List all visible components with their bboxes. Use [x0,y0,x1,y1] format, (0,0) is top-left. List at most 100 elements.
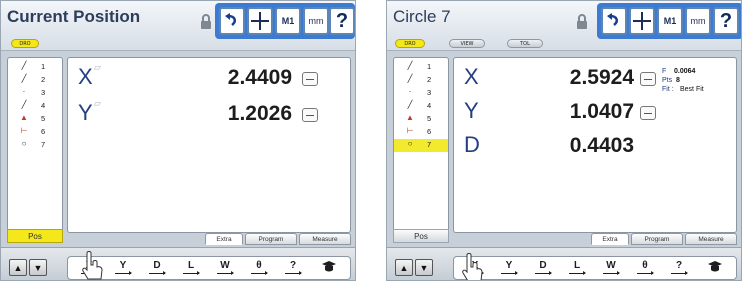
tab-program[interactable]: Program [631,233,683,245]
feature-item[interactable]: ╱ 2 [8,74,62,87]
axis-value-x: 2.5924 [569,66,634,89]
feature-item[interactable]: ▲ 5 [394,113,448,126]
page-title: Circle 7 [393,7,451,26]
dro-panel: X ▱ 2.4409 Y ▱ 1.2026 [67,57,351,233]
undo-button[interactable] [219,7,245,35]
mm-units-button[interactable]: mm [685,7,711,35]
measure-query-button[interactable]: ? [282,259,304,279]
pts-value: 8 [676,77,680,84]
dro-panel: X 2.5924 Y 1.0407 D 0.4403 F 0.0064 Pts … [453,57,737,233]
scroll-down-button[interactable]: ▼ [415,259,433,276]
datum-button[interactable] [302,72,318,86]
axis-label-x: X [464,64,479,89]
axis-value-y: 1.2026 [227,102,292,125]
measure-y-button[interactable]: Y [498,259,520,279]
m1-button[interactable]: M1 [657,7,683,35]
undo-button[interactable] [601,7,627,35]
measure-l-button[interactable]: L [180,259,202,279]
measure-y-button[interactable]: Y [112,259,134,279]
dro-tab[interactable]: DRO [395,39,425,48]
teach-button[interactable] [704,259,726,279]
m1-button[interactable]: M1 [275,7,301,35]
lock-icon[interactable] [575,14,589,30]
axis-marker-icon: ▱ [94,62,101,72]
tab-extra[interactable]: Extra [205,233,243,245]
datum-button[interactable] [302,108,318,122]
measure-l-button[interactable]: L [566,259,588,279]
axis-value-x: 2.4409 [227,66,292,89]
feature-item[interactable]: ╱ 1 [394,61,448,74]
scroll-up-button[interactable]: ▲ [395,259,413,276]
help-button[interactable]: ? [329,7,355,35]
hand-cursor-icon [462,253,483,280]
datum-button[interactable] [640,72,656,86]
feature-item[interactable]: ╱ 4 [394,100,448,113]
axis-label-d: D [464,132,480,157]
measure-angle-button[interactable]: θ [634,259,656,279]
measure-angle-button[interactable]: θ [248,259,270,279]
pts-label: Pts [662,77,673,84]
undo-icon [607,13,619,26]
help-button[interactable]: ? [713,7,739,35]
axis-label-y: Y [78,100,93,125]
tab-extra[interactable]: Extra [591,233,629,245]
hand-cursor-icon [82,251,103,280]
feature-item[interactable]: ○ 7 [8,139,62,152]
form-label: F [662,68,667,75]
page-title: Current Position [7,7,141,26]
scroll-down-button[interactable]: ▼ [29,259,47,276]
crosshair-icon [251,12,269,30]
feature-item[interactable]: ▲ 5 [8,113,62,126]
feature-item[interactable]: · 3 [394,87,448,100]
view-tab[interactable]: VIEW [449,39,485,48]
measure-query-button[interactable]: ? [668,259,690,279]
datum-button[interactable] [640,106,656,120]
crosshair-icon [633,12,651,30]
axis-value-y: 1.0407 [569,100,634,123]
dro-tab[interactable]: DRO [11,39,39,48]
pos-tab[interactable]: Pos [7,229,63,243]
pos-tab[interactable]: Pos [393,229,449,243]
crosshair-button[interactable] [247,7,273,35]
axis-marker-icon: ▱ [94,98,101,108]
down-arrow-icon: ▼ [33,263,43,273]
feature-item-selected[interactable]: ○ 7 [394,139,448,152]
tol-tab[interactable]: TOL [507,39,543,48]
feature-item[interactable]: ⊢ 6 [394,126,448,139]
undo-icon [225,13,237,26]
feature-item[interactable]: ╱ 1 [8,61,62,74]
feature-list: ╱ 1 ╱ 2 · 3 ╱ 4 ▲ 5 ⊢ 6 ○ 7 [393,57,449,242]
teach-button[interactable] [318,259,340,279]
bottom-tabs: Extra Program Measure [591,233,739,245]
feature-item[interactable]: ╱ 4 [8,100,62,113]
down-arrow-icon: ▼ [419,263,429,273]
measure-d-button[interactable]: D [532,259,554,279]
measure-d-button[interactable]: D [146,259,168,279]
scroll-up-button[interactable]: ▲ [9,259,27,276]
mm-units-button[interactable]: mm [303,7,329,35]
feature-item[interactable]: ╱ 2 [394,74,448,87]
tab-measure[interactable]: Measure [685,233,737,245]
up-arrow-icon: ▲ [13,263,23,273]
screen-circle-7: Circle 7 M1 mm ? DRO VIEW TOL ╱ 1 ╱ 2 · 3 ╱… [386,0,742,281]
graduation-cap-icon [322,261,336,272]
title-bar: Current Position M1 mm ? DRO [1,1,355,51]
graduation-cap-icon [708,261,722,272]
crosshair-button[interactable] [629,7,655,35]
measure-w-button[interactable]: W [214,259,236,279]
tab-program[interactable]: Program [245,233,297,245]
title-bar: Circle 7 M1 mm ? DRO VIEW TOL [387,1,741,51]
up-arrow-icon: ▲ [399,263,409,273]
axis-value-d: 0.4403 [569,134,634,157]
axis-label-y: Y [464,98,479,123]
measure-w-button[interactable]: W [600,259,622,279]
form-value: 0.0064 [674,68,696,75]
lock-icon[interactable] [199,14,213,30]
feature-item[interactable]: · 3 [8,87,62,100]
fit-value: Best Fit [680,86,704,93]
measure-toolbar: X Y D L W θ ? [453,256,737,280]
feature-item[interactable]: ⊢ 6 [8,126,62,139]
tab-measure[interactable]: Measure [299,233,351,245]
fit-label: Fit : [662,86,674,93]
bottom-tabs: Extra Program Measure [205,233,353,245]
